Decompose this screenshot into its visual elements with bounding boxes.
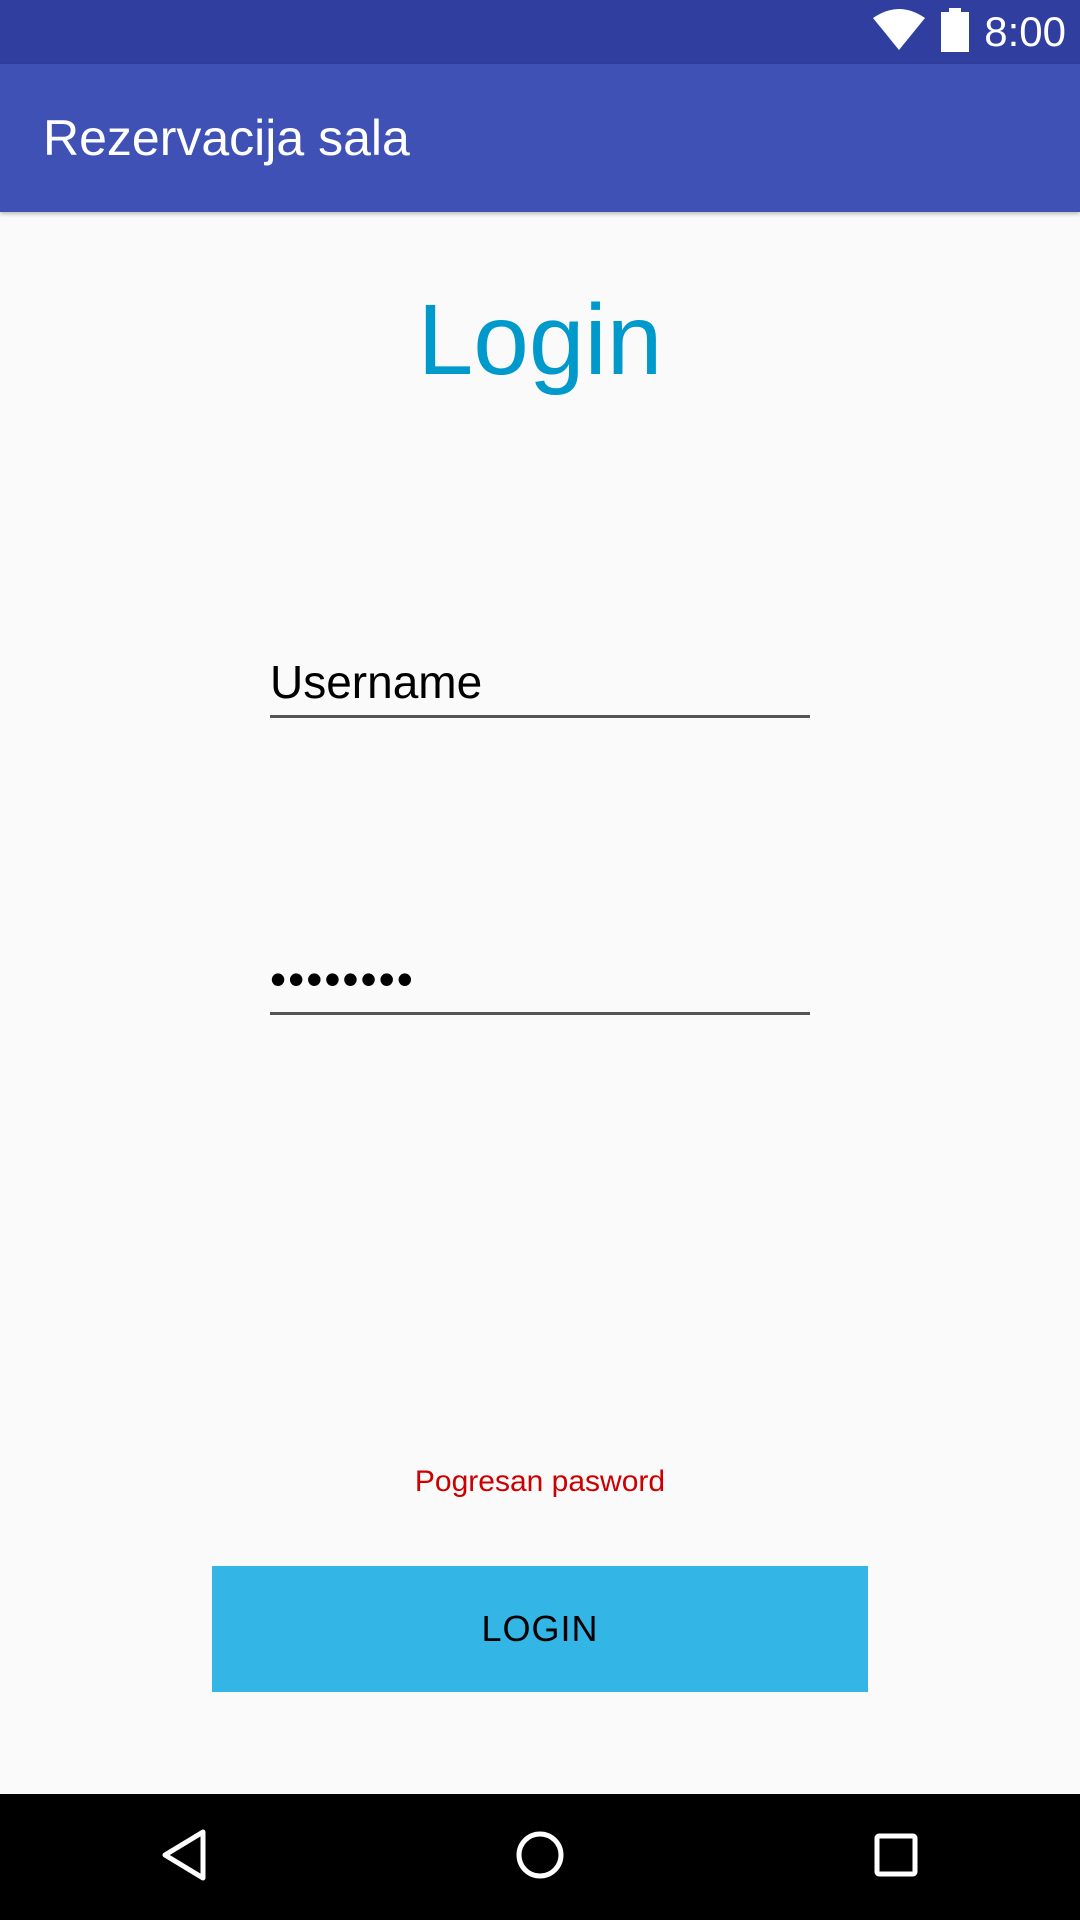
back-icon xyxy=(159,1828,209,1887)
recents-button[interactable] xyxy=(836,1794,956,1920)
login-screen: 8:00 Rezervacija sala Login Pogresan pas… xyxy=(0,0,1080,1920)
password-field[interactable] xyxy=(270,945,810,1015)
status-icons: 8:00 xyxy=(872,0,1066,64)
status-time: 8:00 xyxy=(984,8,1066,55)
app-bar: Rezervacija sala xyxy=(0,64,1080,212)
recents-icon xyxy=(874,1833,918,1882)
password-input[interactable] xyxy=(270,945,810,1012)
home-button[interactable] xyxy=(480,1794,600,1920)
battery-icon xyxy=(940,7,970,57)
error-message: Pogresan pasword xyxy=(414,1465,666,1498)
status-bar: 8:00 xyxy=(0,0,1080,64)
login-button[interactable]: LOGIN xyxy=(212,1566,868,1692)
username-input[interactable] xyxy=(270,648,810,715)
login-heading: Login xyxy=(417,284,663,396)
wifi-icon xyxy=(872,8,926,57)
app-title: Rezervacija sala xyxy=(43,110,410,166)
home-icon xyxy=(515,1830,565,1885)
back-button[interactable] xyxy=(124,1794,244,1920)
navigation-bar xyxy=(0,1794,1080,1920)
username-field[interactable] xyxy=(270,648,810,718)
